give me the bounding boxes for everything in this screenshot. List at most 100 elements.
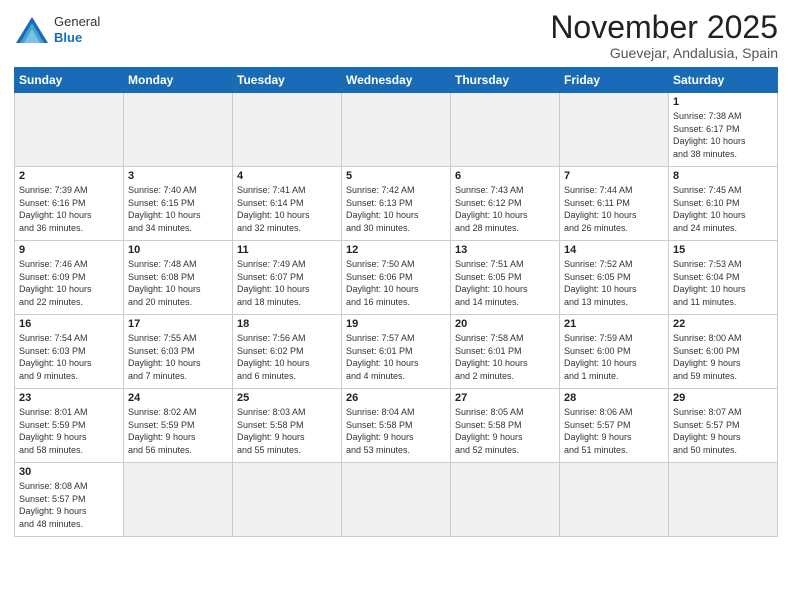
calendar-cell bbox=[451, 93, 560, 167]
weekday-header-row: Sunday Monday Tuesday Wednesday Thursday… bbox=[15, 68, 778, 93]
day-info: Sunrise: 7:43 AM Sunset: 6:12 PM Dayligh… bbox=[455, 184, 555, 234]
day-info: Sunrise: 8:07 AM Sunset: 5:57 PM Dayligh… bbox=[673, 406, 773, 456]
day-info: Sunrise: 8:05 AM Sunset: 5:58 PM Dayligh… bbox=[455, 406, 555, 456]
calendar-cell: 1Sunrise: 7:38 AM Sunset: 6:17 PM Daylig… bbox=[669, 93, 778, 167]
day-info: Sunrise: 7:45 AM Sunset: 6:10 PM Dayligh… bbox=[673, 184, 773, 234]
calendar-cell: 26 Sunrise: 8:04 AM Sunset: 5:58 PM Dayli… bbox=[342, 389, 451, 463]
day-number: 25 bbox=[237, 392, 337, 404]
day-info: Sunrise: 8:03 AM Sunset: 5:58 PM Dayligh… bbox=[237, 406, 337, 456]
day-info: Sunrise: 7:49 AM Sunset: 6:07 PM Dayligh… bbox=[237, 258, 337, 308]
calendar-cell: 7Sunrise: 7:44 AM Sunset: 6:11 PM Daylig… bbox=[560, 167, 669, 241]
calendar-cell: 29 Sunrise: 8:07 AM Sunset: 5:57 PM Dayli… bbox=[669, 389, 778, 463]
calendar-week-row: 9 Sunrise: 7:46 AM Sunset: 6:09 PM Daylig… bbox=[15, 241, 778, 315]
day-info: Sunrise: 7:48 AM Sunset: 6:08 PM Dayligh… bbox=[128, 258, 228, 308]
header-tuesday: Tuesday bbox=[233, 68, 342, 93]
day-number: 16 bbox=[19, 318, 119, 330]
header: General Blue November 2025 Guevejar, And… bbox=[14, 10, 778, 61]
calendar-cell: 28Sunrise: 8:06 AM Sunset: 5:57 PM Dayli… bbox=[560, 389, 669, 463]
day-number: 24 bbox=[128, 392, 228, 404]
header-sunday: Sunday bbox=[15, 68, 124, 93]
day-info: Sunrise: 7:41 AM Sunset: 6:14 PM Dayligh… bbox=[237, 184, 337, 234]
day-number: 8 bbox=[673, 170, 773, 182]
day-number: 18 bbox=[237, 318, 337, 330]
calendar-cell: 20Sunrise: 7:58 AM Sunset: 6:01 PM Dayli… bbox=[451, 315, 560, 389]
calendar-cell bbox=[124, 463, 233, 537]
day-info: Sunrise: 7:39 AM Sunset: 6:16 PM Dayligh… bbox=[19, 184, 119, 234]
calendar-week-row: 1Sunrise: 7:38 AM Sunset: 6:17 PM Daylig… bbox=[15, 93, 778, 167]
day-number: 26 bbox=[346, 392, 446, 404]
calendar-cell bbox=[342, 463, 451, 537]
day-number: 17 bbox=[128, 318, 228, 330]
day-number: 22 bbox=[673, 318, 773, 330]
day-info: Sunrise: 7:52 AM Sunset: 6:05 PM Dayligh… bbox=[564, 258, 664, 308]
header-monday: Monday bbox=[124, 68, 233, 93]
day-number: 2 bbox=[19, 170, 119, 182]
calendar-cell: 27 Sunrise: 8:05 AM Sunset: 5:58 PM Dayli… bbox=[451, 389, 560, 463]
calendar-week-row: 23Sunrise: 8:01 AM Sunset: 5:59 PM Dayli… bbox=[15, 389, 778, 463]
calendar-cell: 12Sunrise: 7:50 AM Sunset: 6:06 PM Dayli… bbox=[342, 241, 451, 315]
day-number: 10 bbox=[128, 244, 228, 256]
calendar-cell: 18 Sunrise: 7:56 AM Sunset: 6:02 PM Dayli… bbox=[233, 315, 342, 389]
calendar-cell bbox=[669, 463, 778, 537]
calendar-cell: 11 Sunrise: 7:49 AM Sunset: 6:07 PM Dayli… bbox=[233, 241, 342, 315]
day-number: 21 bbox=[564, 318, 664, 330]
calendar-cell: 15Sunrise: 7:53 AM Sunset: 6:04 PM Dayli… bbox=[669, 241, 778, 315]
calendar-cell bbox=[233, 463, 342, 537]
day-number: 3 bbox=[128, 170, 228, 182]
logo-text: General Blue bbox=[54, 14, 100, 45]
calendar-cell: 16Sunrise: 7:54 AM Sunset: 6:03 PM Dayli… bbox=[15, 315, 124, 389]
title-block: November 2025 Guevejar, Andalusia, Spain bbox=[550, 10, 778, 61]
day-info: Sunrise: 7:59 AM Sunset: 6:00 PM Dayligh… bbox=[564, 332, 664, 382]
calendar-cell: 24Sunrise: 8:02 AM Sunset: 5:59 PM Dayli… bbox=[124, 389, 233, 463]
header-wednesday: Wednesday bbox=[342, 68, 451, 93]
calendar-cell: 19 Sunrise: 7:57 AM Sunset: 6:01 PM Dayli… bbox=[342, 315, 451, 389]
day-info: Sunrise: 8:00 AM Sunset: 6:00 PM Dayligh… bbox=[673, 332, 773, 382]
day-number: 4 bbox=[237, 170, 337, 182]
day-info: Sunrise: 7:46 AM Sunset: 6:09 PM Dayligh… bbox=[19, 258, 119, 308]
day-number: 1 bbox=[673, 96, 773, 108]
calendar-cell: 23Sunrise: 8:01 AM Sunset: 5:59 PM Dayli… bbox=[15, 389, 124, 463]
day-number: 9 bbox=[19, 244, 119, 256]
calendar-cell bbox=[233, 93, 342, 167]
calendar-cell: 3 Sunrise: 7:40 AM Sunset: 6:15 PM Daylig… bbox=[124, 167, 233, 241]
calendar-cell: 9 Sunrise: 7:46 AM Sunset: 6:09 PM Daylig… bbox=[15, 241, 124, 315]
logo-icon bbox=[14, 15, 50, 45]
calendar-cell bbox=[560, 463, 669, 537]
calendar-cell: 25 Sunrise: 8:03 AM Sunset: 5:58 PM Dayli… bbox=[233, 389, 342, 463]
day-number: 7 bbox=[564, 170, 664, 182]
header-thursday: Thursday bbox=[451, 68, 560, 93]
day-number: 27 bbox=[455, 392, 555, 404]
location: Guevejar, Andalusia, Spain bbox=[550, 45, 778, 61]
day-number: 29 bbox=[673, 392, 773, 404]
day-number: 5 bbox=[346, 170, 446, 182]
day-number: 11 bbox=[237, 244, 337, 256]
calendar-cell bbox=[560, 93, 669, 167]
calendar-week-row: 2 Sunrise: 7:39 AM Sunset: 6:16 PM Daylig… bbox=[15, 167, 778, 241]
day-info: Sunrise: 7:55 AM Sunset: 6:03 PM Dayligh… bbox=[128, 332, 228, 382]
day-info: Sunrise: 7:50 AM Sunset: 6:06 PM Dayligh… bbox=[346, 258, 446, 308]
day-info: Sunrise: 7:42 AM Sunset: 6:13 PM Dayligh… bbox=[346, 184, 446, 234]
calendar-cell: 21 Sunrise: 7:59 AM Sunset: 6:00 PM Dayli… bbox=[560, 315, 669, 389]
calendar-cell: 10 Sunrise: 7:48 AM Sunset: 6:08 PM Dayli… bbox=[124, 241, 233, 315]
calendar-cell: 6 Sunrise: 7:43 AM Sunset: 6:12 PM Daylig… bbox=[451, 167, 560, 241]
calendar-cell bbox=[124, 93, 233, 167]
day-number: 30 bbox=[19, 466, 119, 478]
day-number: 19 bbox=[346, 318, 446, 330]
day-info: Sunrise: 7:57 AM Sunset: 6:01 PM Dayligh… bbox=[346, 332, 446, 382]
day-info: Sunrise: 7:51 AM Sunset: 6:05 PM Dayligh… bbox=[455, 258, 555, 308]
day-info: Sunrise: 7:40 AM Sunset: 6:15 PM Dayligh… bbox=[128, 184, 228, 234]
day-number: 23 bbox=[19, 392, 119, 404]
day-number: 14 bbox=[564, 244, 664, 256]
day-info: Sunrise: 8:08 AM Sunset: 5:57 PM Dayligh… bbox=[19, 480, 119, 530]
day-number: 15 bbox=[673, 244, 773, 256]
calendar-cell: 5 Sunrise: 7:42 AM Sunset: 6:13 PM Daylig… bbox=[342, 167, 451, 241]
day-info: Sunrise: 8:04 AM Sunset: 5:58 PM Dayligh… bbox=[346, 406, 446, 456]
calendar-cell: 8 Sunrise: 7:45 AM Sunset: 6:10 PM Daylig… bbox=[669, 167, 778, 241]
day-info: Sunrise: 7:58 AM Sunset: 6:01 PM Dayligh… bbox=[455, 332, 555, 382]
day-info: Sunrise: 7:56 AM Sunset: 6:02 PM Dayligh… bbox=[237, 332, 337, 382]
calendar-cell: 22 Sunrise: 8:00 AM Sunset: 6:00 PM Dayli… bbox=[669, 315, 778, 389]
day-number: 6 bbox=[455, 170, 555, 182]
calendar-cell: 4 Sunrise: 7:41 AM Sunset: 6:14 PM Daylig… bbox=[233, 167, 342, 241]
month-title: November 2025 bbox=[550, 10, 778, 45]
calendar-week-row: 30 Sunrise: 8:08 AM Sunset: 5:57 PM Dayli… bbox=[15, 463, 778, 537]
